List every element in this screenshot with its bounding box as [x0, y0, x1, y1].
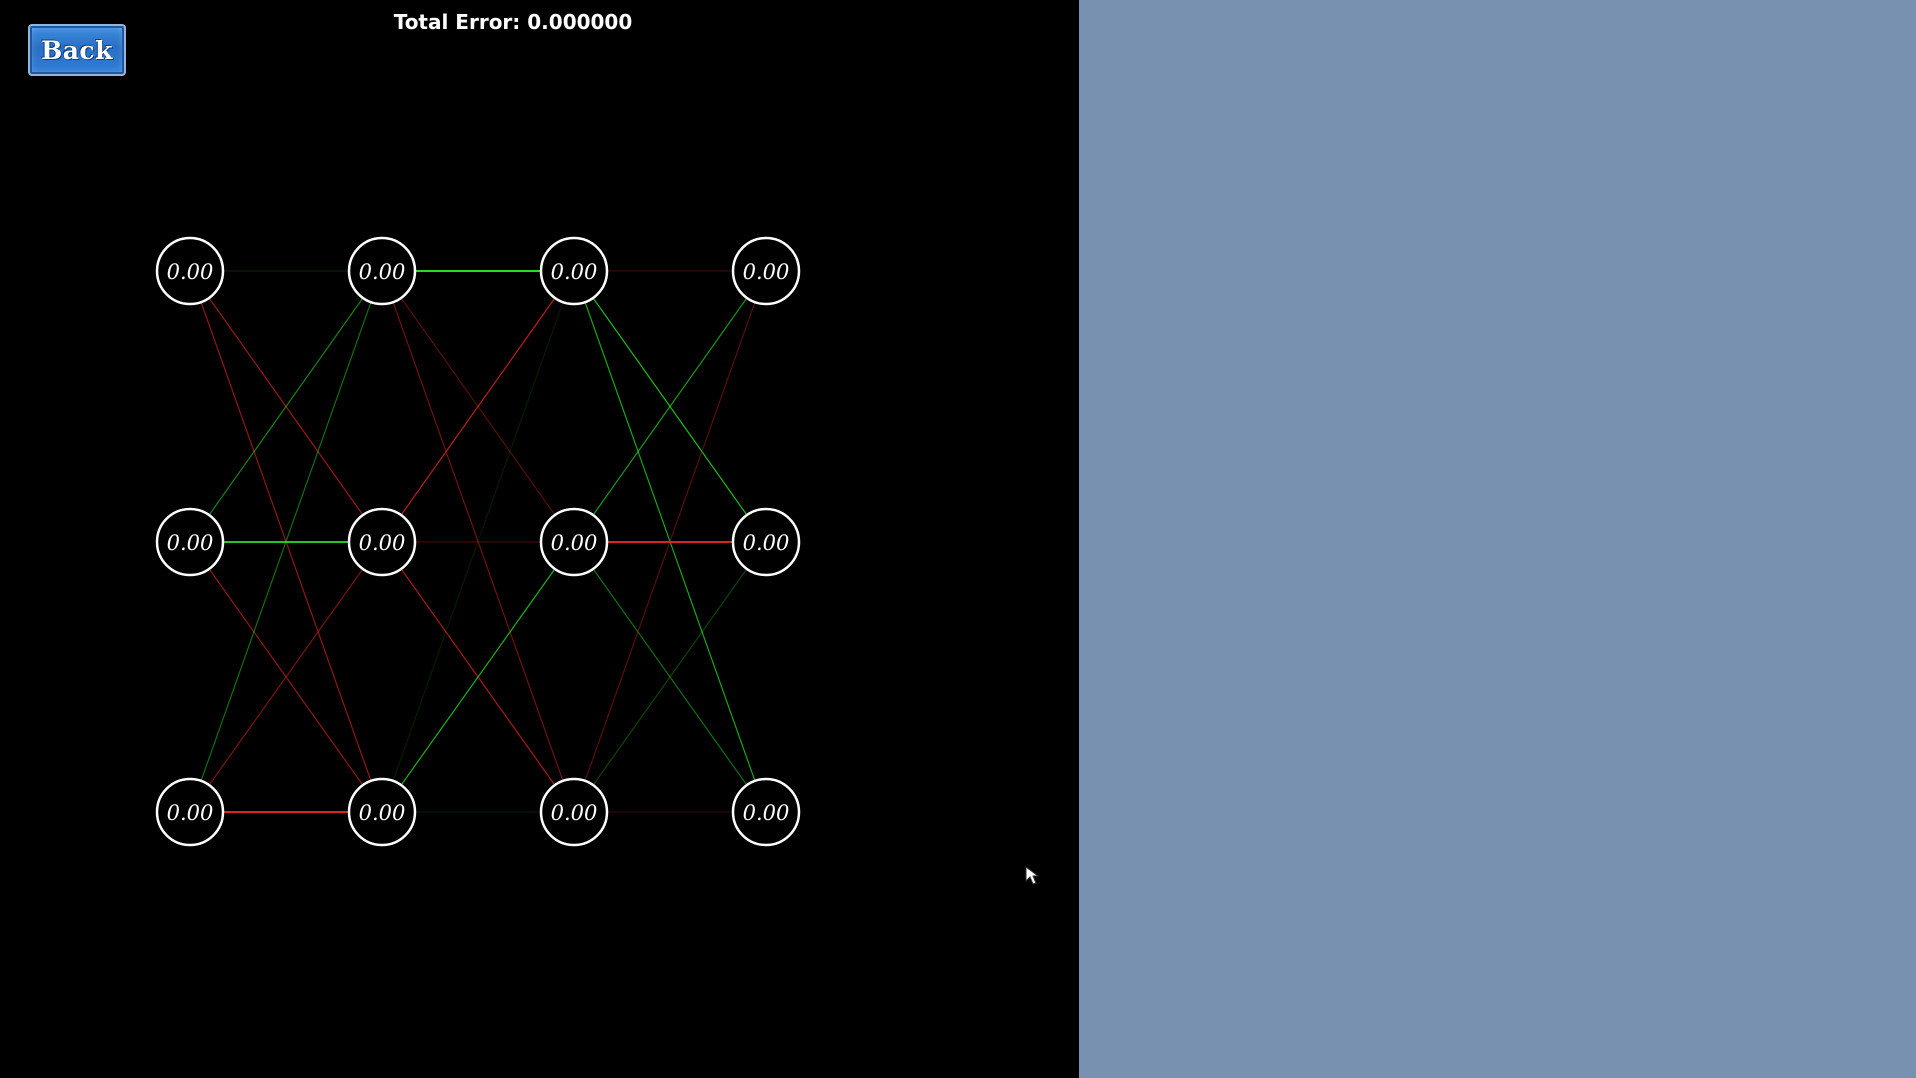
neuron-value: 0.00 [551, 531, 598, 555]
neuron-value: 0.00 [167, 531, 214, 555]
neuron-value: 0.00 [743, 260, 790, 284]
neuron-node: 0.00 [347, 507, 417, 577]
back-button-label: Back [41, 35, 113, 65]
neuron-node: 0.00 [155, 777, 225, 847]
neuron-node: 0.00 [347, 777, 417, 847]
neuron-node: 0.00 [539, 777, 609, 847]
total-error-label: Total Error: 0.000000 [393, 10, 633, 34]
neuron-node: 0.00 [155, 236, 225, 306]
neuron-node: 0.00 [731, 236, 801, 306]
neuron-node: 0.00 [539, 236, 609, 306]
neuron-value: 0.00 [359, 801, 406, 825]
neuron-node: 0.00 [731, 777, 801, 847]
network-view-panel: 0.00 0.00 0.00 0.00 0.00 0.00 0.00 0.00 0.00 0.00… [0, 0, 1079, 1078]
neuron-value: 0.00 [551, 801, 598, 825]
neuron-value: 0.00 [167, 801, 214, 825]
neuron-node: 0.00 [347, 236, 417, 306]
network-diagram: 0.00 0.00 0.00 0.00 0.00 0.00 0.00 0.00 0.00 0.00… [155, 236, 801, 847]
app-window: 0.00 0.00 0.00 0.00 0.00 0.00 0.00 0.00 0.00 0.00… [0, 0, 1916, 1078]
neuron-value: 0.00 [743, 801, 790, 825]
neuron-node: 0.00 [731, 507, 801, 577]
connections-layer [189, 270, 767, 813]
side-panel [1079, 0, 1916, 1078]
neuron-value: 0.00 [167, 260, 214, 284]
neuron-value: 0.00 [743, 531, 790, 555]
back-button[interactable]: Back [28, 24, 126, 76]
neuron-node: 0.00 [155, 507, 225, 577]
neuron-value: 0.00 [359, 531, 406, 555]
mouse-cursor-icon [1025, 866, 1040, 885]
neuron-value: 0.00 [551, 260, 598, 284]
neuron-node: 0.00 [539, 507, 609, 577]
neuron-value: 0.00 [359, 260, 406, 284]
